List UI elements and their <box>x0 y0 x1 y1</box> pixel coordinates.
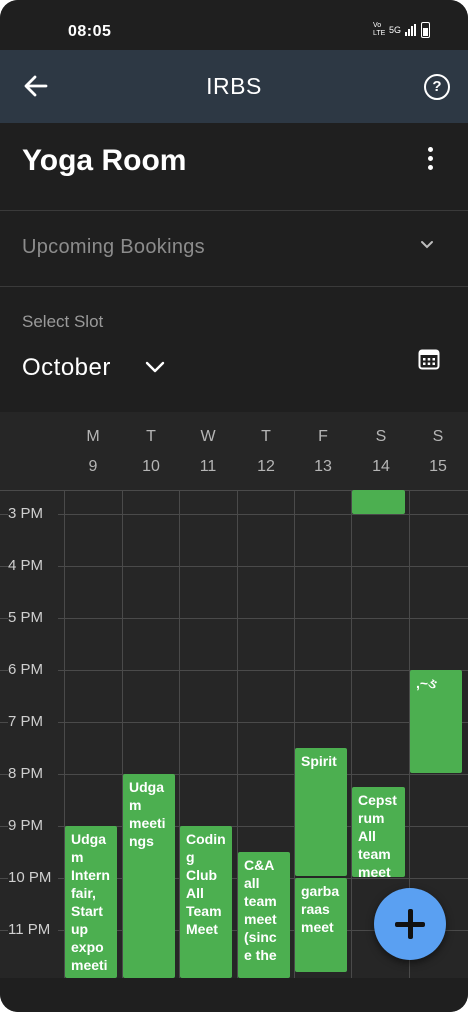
hour-label: 10 PM <box>8 869 58 886</box>
booking-event[interactable]: Udgam meetings <box>123 774 175 978</box>
volte-label: Vo LTE <box>372 22 386 37</box>
grid-line <box>0 566 468 567</box>
help-icon[interactable]: ? <box>424 74 450 100</box>
hour-label: 3 PM <box>8 505 58 522</box>
month-chevron-down-icon[interactable] <box>144 356 166 378</box>
hour-label: 7 PM <box>8 713 58 730</box>
booking-event[interactable]: Coding Club All Team Meet <box>180 826 232 978</box>
upcoming-bookings-toggle[interactable]: Upcoming Bookings <box>22 236 205 259</box>
status-time: 08:05 <box>68 23 112 40</box>
room-title: Yoga Room <box>22 144 187 177</box>
add-booking-button[interactable] <box>374 888 446 960</box>
app-bar: IRBS ? <box>0 50 468 123</box>
hour-label: 5 PM <box>8 609 58 626</box>
chevron-down-icon[interactable] <box>420 238 434 252</box>
grid-line <box>0 514 468 515</box>
booking-event[interactable]: Spirit <box>295 748 347 876</box>
week-days-header: M9 T 10 W 11 T 12 F 13 S 14 S 15 <box>0 412 468 490</box>
divider <box>0 210 468 211</box>
booking-event[interactable]: Udgam Internfair, Startup expo meeting <box>65 826 117 978</box>
grid-line <box>0 670 468 671</box>
hour-label: 9 PM <box>8 817 58 834</box>
booking-event[interactable]: ,~ઙ <box>410 670 462 773</box>
bottom-bar <box>0 978 468 1012</box>
hour-label: 6 PM <box>8 661 58 678</box>
more-options-icon[interactable] <box>420 147 440 175</box>
status-bar: 08:05 Vo LTE 5G <box>0 0 468 50</box>
booking-event[interactable]: garbaraas meet <box>295 878 347 972</box>
battery-icon <box>421 22 430 38</box>
booking-event[interactable] <box>352 490 405 514</box>
hour-label: 8 PM <box>8 765 58 782</box>
phone-screen: 08:05 Vo LTE 5G IRBS ? Yoga Room Upcomin… <box>0 0 468 1012</box>
calendar-icon[interactable] <box>418 348 440 370</box>
grid-line <box>0 722 468 723</box>
signal-icon <box>405 24 416 36</box>
month-selector[interactable]: October <box>22 354 111 382</box>
divider <box>0 286 468 287</box>
booking-event[interactable]: C&A all team meet (since the <box>238 852 290 978</box>
grid-line <box>0 618 468 619</box>
grid-line <box>0 774 468 775</box>
booking-event[interactable]: Cepstrum All team meet <box>352 787 405 877</box>
hour-label: 4 PM <box>8 557 58 574</box>
grid-column-line <box>351 490 352 978</box>
app-title: IRBS <box>206 73 262 99</box>
select-slot-label: Select Slot <box>22 312 104 331</box>
hour-label: 11 PM <box>8 921 58 938</box>
status-icons: Vo LTE 5G <box>373 22 430 38</box>
signal-label: 5G <box>388 25 401 35</box>
